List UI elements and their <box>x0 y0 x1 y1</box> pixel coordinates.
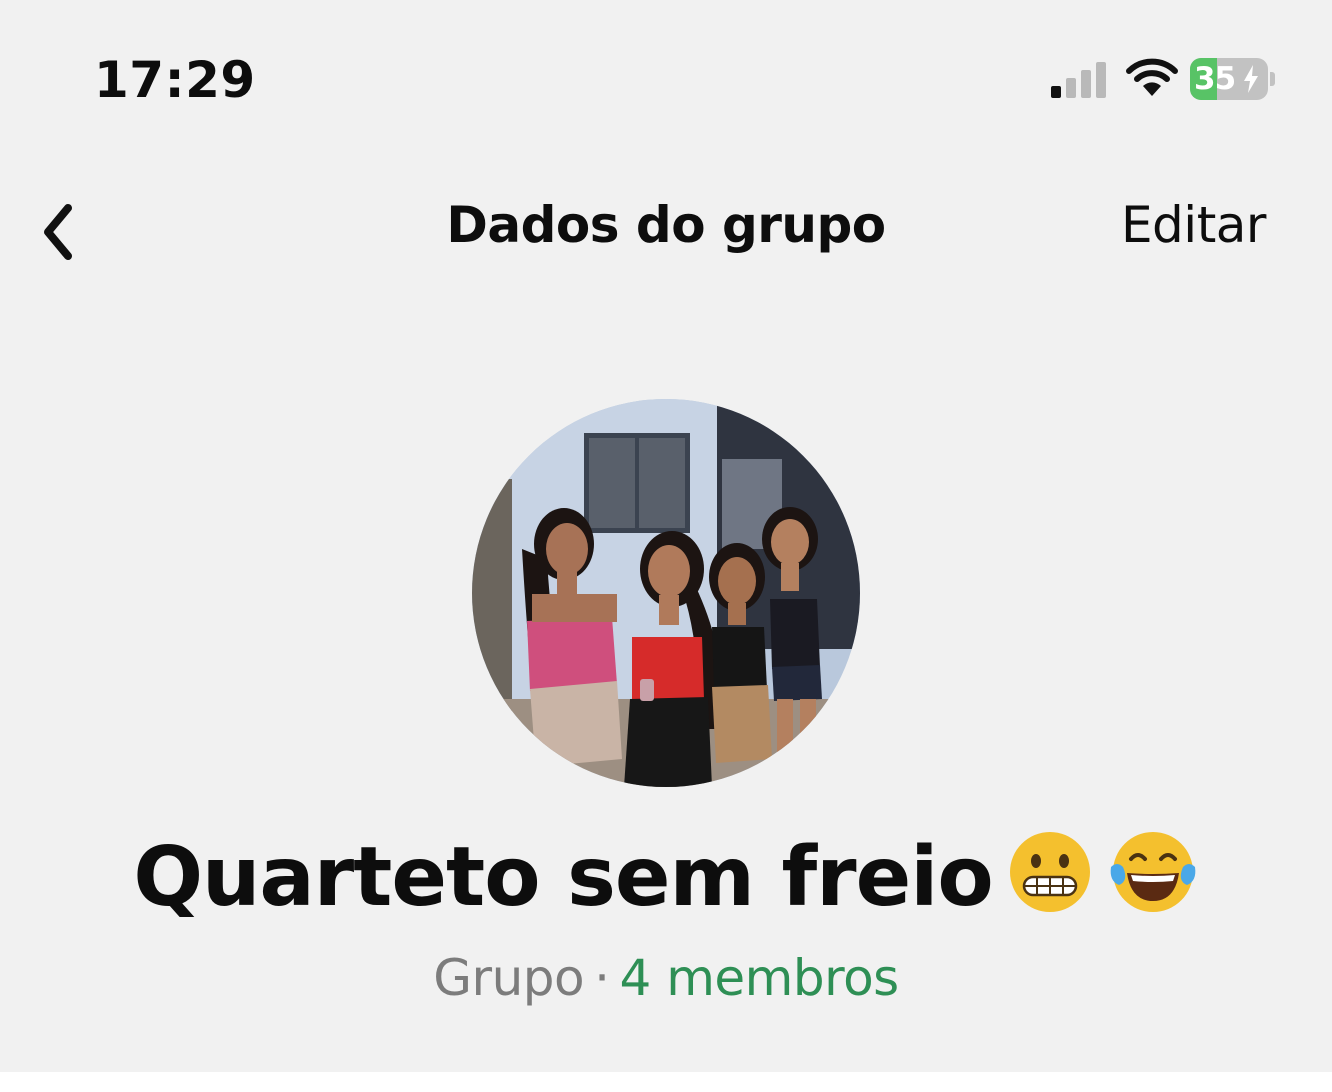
battery-indicator: 35 <box>1190 58 1275 100</box>
grimacing-face-emoji <box>1009 832 1090 912</box>
navigation-bar: Dados do grupo Editar <box>0 170 1332 280</box>
group-photo-image <box>472 399 860 787</box>
edit-button[interactable]: Editar <box>1121 194 1267 256</box>
meta-separator: · <box>594 949 610 1007</box>
members-count-link[interactable]: 4 membros <box>620 949 900 1007</box>
group-meta: Grupo · 4 membros <box>0 946 1332 1010</box>
tears-of-joy-emoji <box>1110 832 1196 912</box>
group-name-text: Quarteto sem freio <box>133 830 993 925</box>
charging-bolt-icon <box>1244 65 1258 93</box>
group-type-label: Grupo <box>433 949 585 1007</box>
next-section-card <box>0 1072 1332 1092</box>
status-time: 17:29 <box>94 51 256 109</box>
battery-cap <box>1270 72 1275 86</box>
battery-body: 35 <box>1190 58 1268 100</box>
group-photo[interactable] <box>472 399 860 787</box>
status-bar: 17:29 35 <box>0 0 1332 150</box>
cellular-signal-icon <box>1051 62 1106 98</box>
group-name: Quarteto sem freio <box>0 828 1332 928</box>
battery-level: 35 <box>1194 61 1236 97</box>
wifi-icon <box>1126 58 1178 96</box>
